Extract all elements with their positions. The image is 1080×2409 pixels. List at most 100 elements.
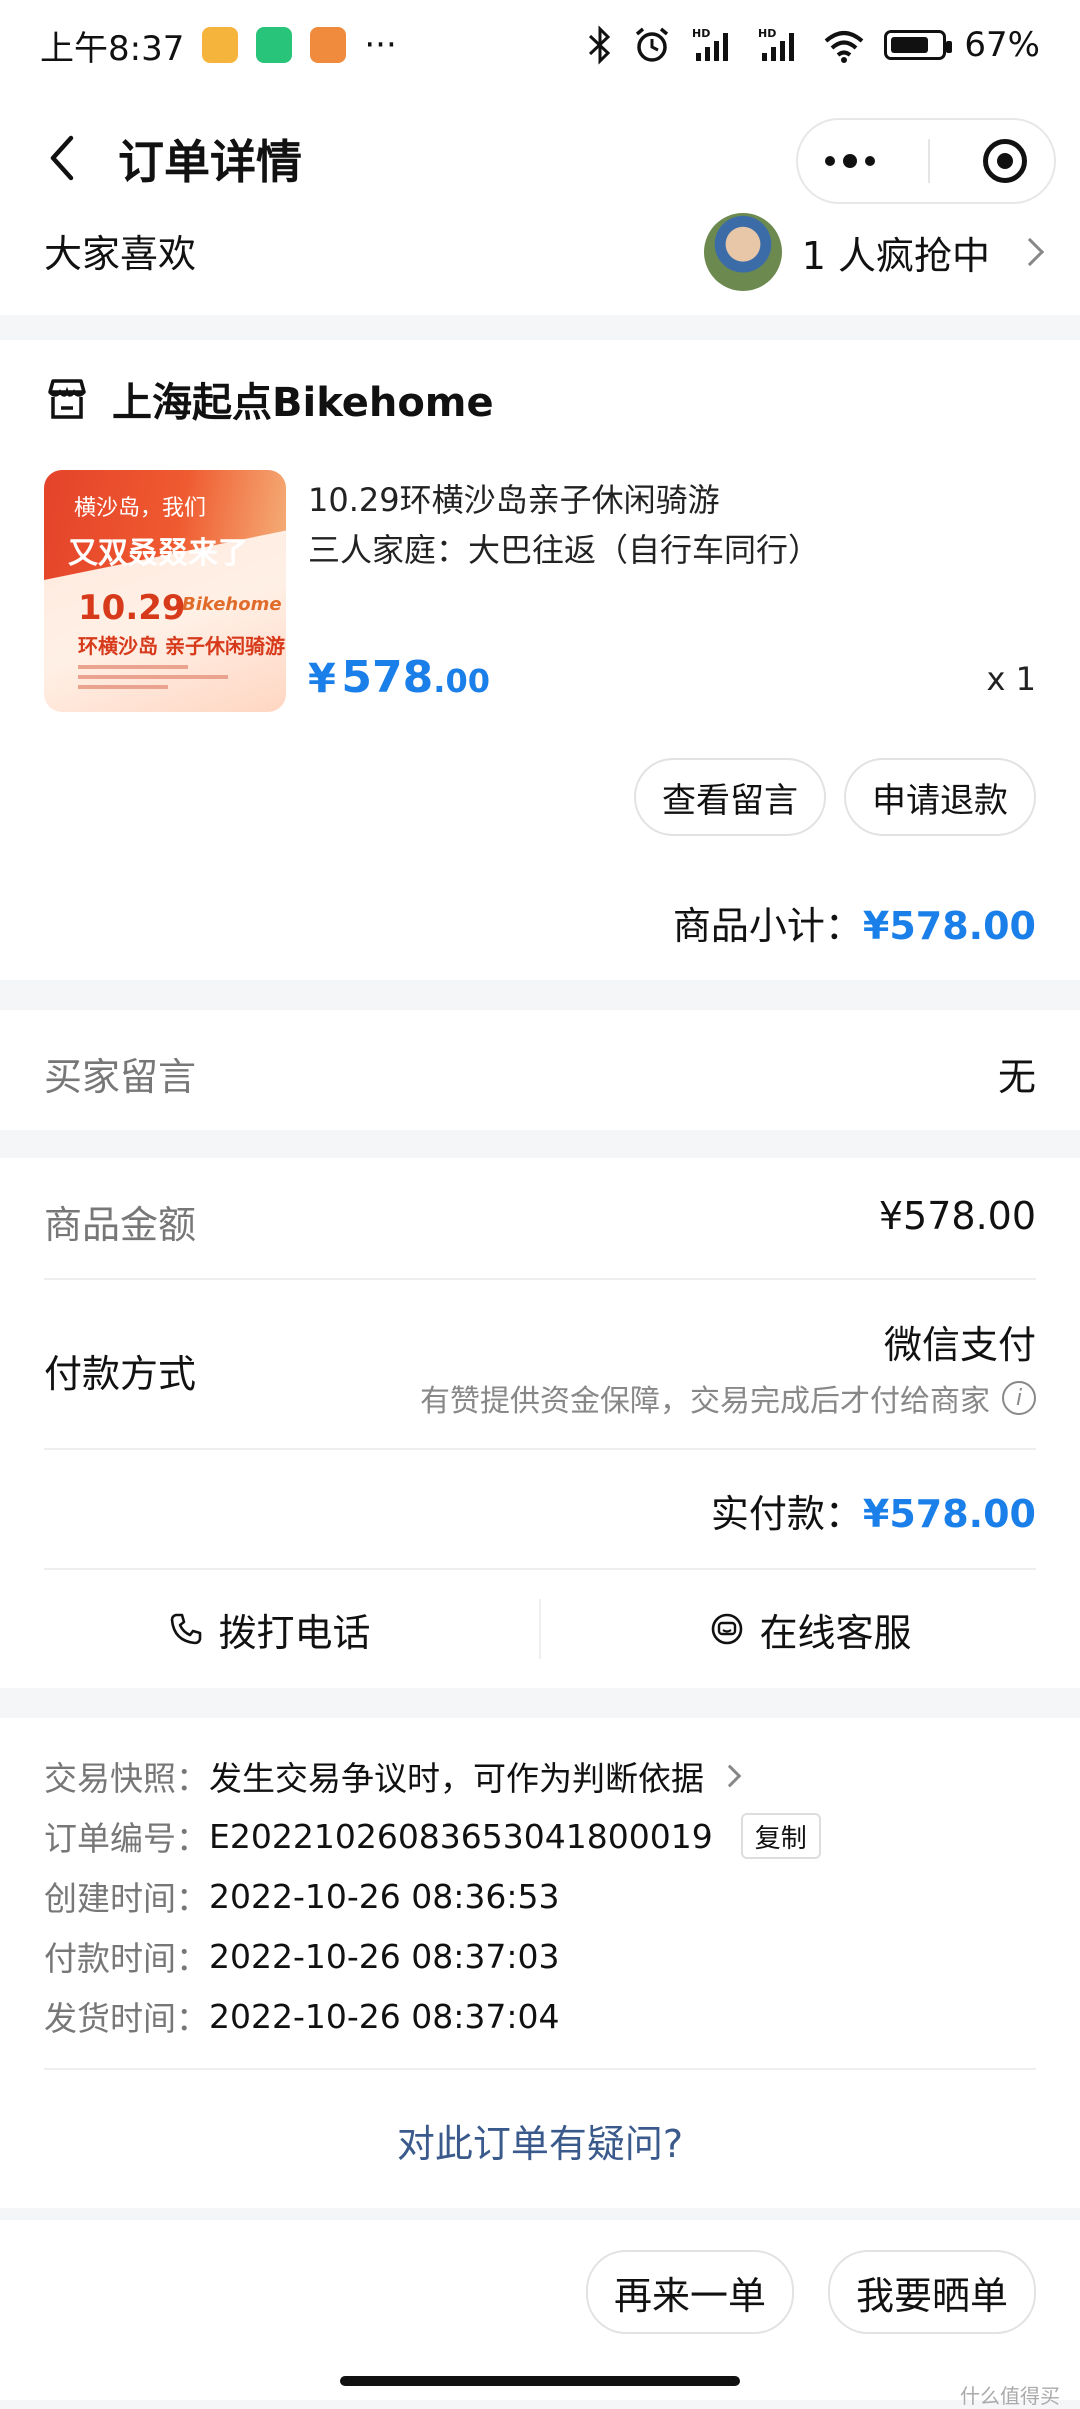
product-title[interactable]: 10.29环横沙岛亲子休闲骑游 [308,475,720,521]
svg-text:HD: HD [758,27,776,40]
goods-amount-value: ¥578.00 [878,1194,1036,1238]
price-integer: 578 [341,652,434,703]
group-buy-row[interactable]: 大家喜欢 1 人疯抢中 [0,205,1080,315]
goods-amount-label: 商品金额 [44,1203,197,1247]
shield-app-icon [256,27,293,63]
created-time-row: 创建时间： 2022-10-26 08:36:53 [44,1866,821,1926]
status-left: 上午8:37 ··· [40,21,397,70]
guarantee-text: 有赞提供资金保障，交易完成后才付给商家 [420,1384,990,1419]
subtotal: 商品小计： ¥578.00 [673,895,1036,950]
reorder-button[interactable]: 再来一单 [585,2250,794,2334]
chat-icon [712,1613,743,1645]
online-service-button[interactable]: 在线客服 [541,1570,1080,1688]
alarm-icon [636,27,669,62]
subtotal-label: 商品小计： [672,904,863,948]
thumbnail-line1: 横沙岛，我们 [74,496,207,521]
group-buyers: 1 人疯抢中 [703,213,1045,291]
status-right: HD HD 67% [586,25,1040,65]
shop-card: 上海起点Bikehome 横沙岛，我们 又双叒叕来了 10.29 Bikehom… [0,340,1080,980]
call-label: 拨打电话 [218,1610,371,1655]
order-number-key: 订单编号： [44,1819,209,1858]
divider [44,1278,1036,1280]
share-order-button[interactable]: 我要晒单 [827,2250,1036,2334]
buyer-note-label: 买家留言 [44,1055,197,1099]
signal-hd-2-icon: HD [758,27,795,61]
bluetooth-icon [589,25,611,65]
actual-paid: 实付款： ¥578.00 [711,1483,1036,1538]
shipped-time-value: 2022-10-26 08:37:04 [209,1996,560,2036]
chevron-right-icon [718,1764,742,1788]
product-quantity: x 1 [986,660,1036,698]
info-icon[interactable]: i [1002,1381,1036,1415]
signal-hd-icon: HD [692,27,729,61]
wifi-icon [825,31,864,63]
thumbnail-date: 10.29 [78,588,186,628]
thumbnail-subtitle: 环横沙岛 亲子休闲骑游 [78,634,285,658]
chevron-right-icon [1015,237,1045,267]
divider [44,2068,1036,2070]
product-spec: 三人家庭：大巴往返（自行车同行） [308,531,821,569]
mail-notification-icon [202,27,239,63]
home-indicator[interactable] [340,2376,740,2386]
thumbnail-brand: Bikehome [182,594,282,615]
actual-paid-value: ¥578.00 [862,1492,1036,1536]
paid-time-value: 2022-10-26 08:37:03 [209,1936,560,1976]
buyer-note-value: 无 [997,1055,1036,1099]
store-icon [48,379,86,419]
view-note-button[interactable]: 查看留言 [634,758,826,836]
copy-button[interactable]: 复制 [740,1813,821,1859]
bike-app-icon [310,27,347,63]
status-bar: 上午8:37 ··· HD HD 67% [0,0,1080,90]
created-time-key: 创建时间： [44,1879,209,1918]
online-service-label: 在线客服 [759,1610,912,1655]
order-number-row: 订单编号： E20221026083653041800019 复制 [44,1806,821,1866]
battery-icon [884,30,953,60]
actual-paid-label: 实付款： [710,1492,863,1536]
divider [44,1448,1036,1450]
chevron-left-icon [50,135,74,181]
battery-percent: 67% [964,25,1040,65]
snapshot-row[interactable]: 交易快照： 发生交易争议时，可作为判断依据 [44,1746,821,1806]
snapshot-value: 发生交易争议时，可作为判断依据 [209,1759,704,1798]
capsule-divider [927,139,930,183]
thumbnail-line2: 又双叒叕来了 [68,536,248,571]
refund-button[interactable]: 申请退款 [844,758,1036,836]
product-price: ¥ 578.00 [308,652,490,703]
close-mini-program-icon[interactable] [983,139,1028,183]
payment-card: 商品金额 ¥578.00 付款方式 微信支付 有赞提供资金保障，交易完成后才付给… [0,1158,1080,1688]
status-time: 上午8:37 [40,28,185,69]
snapshot-key: 交易快照： [44,1759,209,1798]
order-info-list: 交易快照： 发生交易争议时，可作为判断依据 订单编号： E20221026083… [44,1746,821,2046]
order-number-value: E20221026083653041800019 [209,1816,713,1856]
shop-header[interactable]: 上海起点Bikehome [44,370,494,428]
avatar [703,213,782,291]
order-info-card: 交易快照： 发生交易争议时，可作为判断依据 订单编号： E20221026083… [0,1718,1080,2208]
product-thumbnail[interactable]: 横沙岛，我们 又双叒叕来了 10.29 Bikehome 环横沙岛 亲子休闲骑游 [44,470,286,712]
order-question-link[interactable]: 对此订单有疑问? [0,2113,1080,2168]
subtotal-value: ¥578.00 [862,904,1036,948]
page-title: 订单详情 [118,135,302,189]
phone-icon [171,1613,202,1645]
more-menu-icon[interactable] [824,154,875,168]
svg-text:HD: HD [692,27,710,40]
price-decimal: .00 [433,662,490,700]
battery-level [891,37,928,53]
created-time-value: 2022-10-26 08:36:53 [209,1876,560,1916]
more-notifications: ··· [364,25,397,65]
group-label: 大家喜欢 [44,232,197,276]
mini-program-capsule [796,118,1056,204]
paid-time-key: 付款时间： [44,1939,209,1978]
call-button[interactable]: 拨打电话 [0,1570,539,1688]
fund-guarantee[interactable]: 有赞提供资金保障，交易完成后才付给商家 i [420,1376,1036,1420]
item-actions: 查看留言 申请退款 [634,758,1036,836]
shipped-time-key: 发货时间： [44,1999,209,2038]
shipped-time-row: 发货时间： 2022-10-26 08:37:04 [44,1986,821,2046]
shop-name: 上海起点Bikehome [112,380,494,426]
bottom-bar: 再来一单 我要晒单 什么值得买 [0,2220,1080,2408]
payment-method-label: 付款方式 [44,1352,197,1396]
thumbnail-details [78,665,228,689]
contact-actions: 拨打电话 在线客服 [0,1570,1080,1688]
payment-method-value: 微信支付 [883,1323,1036,1367]
bottom-actions: 再来一单 我要晒单 [585,2250,1036,2334]
back-button[interactable] [40,128,84,188]
